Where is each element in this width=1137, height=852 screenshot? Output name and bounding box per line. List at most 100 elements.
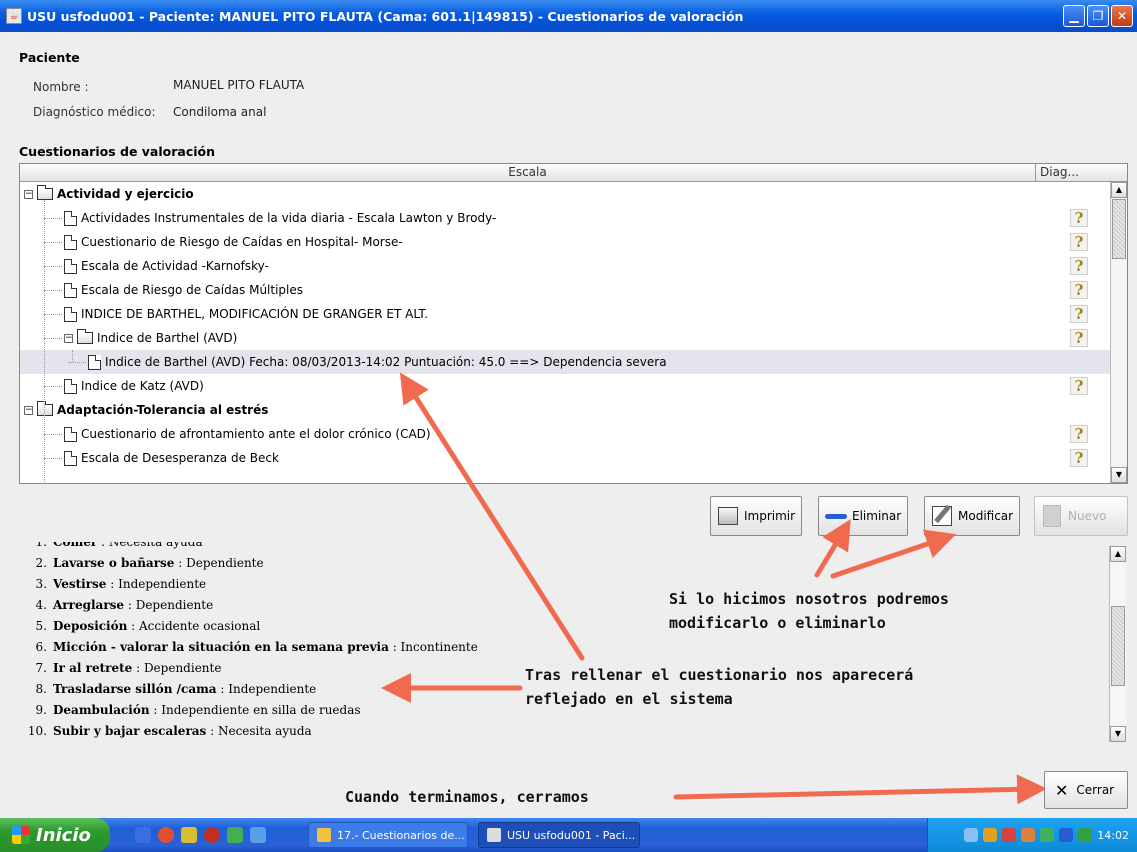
ve-icon[interactable]	[1078, 828, 1093, 842]
maximize-button[interactable]: ❐	[1087, 5, 1109, 27]
document-icon	[64, 306, 77, 322]
tree-row[interactable]: Indice de Katz (AVD)?	[20, 374, 1110, 398]
diagnosis-question-icon[interactable]: ?	[1070, 377, 1088, 395]
taskbar-item-word[interactable]: 17.- Cuestionarios de...	[308, 822, 468, 848]
print-button[interactable]: Imprimir	[710, 496, 803, 536]
questionnaire-detail-panel[interactable]: 1. Comer : Necesita ayuda 2. Lavarse o baña…	[19, 542, 1128, 742]
detail-scroll-thumb[interactable]	[1111, 606, 1125, 686]
annotation-modify-line2: modificarlo o eliminarlo	[669, 614, 886, 632]
tree-row-label: Actividades Instrumentales de la vida di…	[81, 211, 497, 225]
start-label: Inicio	[36, 824, 91, 846]
tree-row[interactable]: Escala de Riesgo de Caídas Múltiples?	[20, 278, 1110, 302]
close-button[interactable]: ✕ Cerrar	[1044, 771, 1128, 809]
item-number: 8.	[35, 682, 47, 696]
tree-row[interactable]: − Indice de Barthel (AVD)?	[20, 326, 1110, 350]
item-key: Ir al retrete	[53, 661, 133, 675]
scroll-up-button[interactable]: ▲	[1111, 182, 1127, 198]
update-icon[interactable]	[1021, 828, 1036, 842]
diagnosis-question-icon[interactable]: ?	[1070, 233, 1088, 251]
expand-toggle-icon[interactable]: −	[64, 333, 73, 343]
tree-row[interactable]: Actividades Instrumentales de la vida di…	[20, 206, 1110, 230]
folder-icon	[77, 329, 93, 344]
diagnosis-question-icon[interactable]: ?	[1070, 449, 1088, 467]
tree-row-label: Escala de Riesgo de Caídas Múltiples	[81, 283, 304, 297]
column-header-escala[interactable]: Escala	[20, 164, 1036, 181]
detail-vertical-scrollbar[interactable]: ▲ ▼	[1109, 546, 1126, 742]
item-key: Lavarse o bañarse	[53, 556, 175, 570]
chat-quicklaunch-icon[interactable]	[204, 827, 220, 843]
tree-row-label: Indice de Barthel (AVD)	[97, 331, 238, 345]
tree-row[interactable]: Cuestionario de afrontamiento ante el do…	[20, 422, 1110, 446]
volume-icon[interactable]	[1002, 828, 1017, 842]
modify-button-label: Modificar	[958, 509, 1014, 523]
detail-scroll-down-button[interactable]: ▼	[1110, 726, 1126, 742]
tree-row[interactable]: − Adaptación-Tolerancia al estrés	[20, 398, 1110, 422]
network-icon[interactable]	[964, 828, 979, 842]
document-icon	[64, 450, 77, 466]
list-item: 3. Vestirse : Independiente	[19, 574, 207, 595]
display-icon[interactable]	[1059, 828, 1074, 842]
tree-row[interactable]: Cuestionario de Riesgo de Caídas en Hosp…	[20, 230, 1110, 254]
tree-row[interactable]: Escala de Desesperanza de Beck?	[20, 446, 1110, 470]
annotation-filled-line2: reflejado en el sistema	[525, 690, 733, 708]
start-button[interactable]: Inicio	[0, 818, 110, 852]
item-number: 2.	[35, 556, 47, 570]
item-key: Subir y bajar escaleras	[53, 724, 207, 738]
document-icon	[88, 354, 101, 370]
tree-row[interactable]: INDICE DE BARTHEL, MODIFICACIÓN DE GRANG…	[20, 302, 1110, 326]
close-window-button[interactable]: ✕	[1111, 5, 1133, 27]
table-header: Escala Diag...	[20, 164, 1127, 182]
diagnosis-question-icon[interactable]: ?	[1070, 257, 1088, 275]
expand-toggle-icon[interactable]: −	[24, 189, 33, 199]
tree-row[interactable]: Indice de Barthel (AVD) Fecha: 08/03/201…	[20, 350, 1110, 374]
item-number: 3.	[35, 577, 47, 591]
document-icon	[64, 258, 77, 274]
detail-scroll-up-button[interactable]: ▲	[1110, 546, 1126, 562]
new-button[interactable]: Nuevo	[1034, 496, 1128, 536]
media-quicklaunch-icon[interactable]	[158, 827, 174, 843]
minimize-button[interactable]: ▁	[1063, 5, 1085, 27]
patient-section-label: Paciente	[19, 50, 80, 65]
java-cup-icon	[487, 828, 501, 842]
diagnosis-label: Diagnóstico médico:	[33, 105, 156, 119]
delete-button-label: Eliminar	[852, 509, 902, 523]
document-icon	[64, 282, 77, 298]
app-quicklaunch-icon[interactable]	[181, 827, 197, 843]
modify-button[interactable]: Modificar	[924, 496, 1021, 536]
tree-row[interactable]: Escala de Actividad -Karnofsky-?	[20, 254, 1110, 278]
column-header-diag[interactable]: Diag...	[1037, 164, 1110, 181]
list-item: 2. Lavarse o bañarse : Dependiente	[19, 553, 264, 574]
item-key: Arreglarse	[53, 598, 125, 612]
list-item: 7. Ir al retrete : Dependiente	[19, 658, 222, 679]
diagnosis-question-icon[interactable]: ?	[1070, 305, 1088, 323]
window-title-bar[interactable]: ☕ USU usfodu001 - Paciente: MANUEL PITO …	[0, 0, 1137, 32]
item-key: Comer	[53, 542, 98, 549]
scroll-thumb[interactable]	[1112, 199, 1126, 259]
list-item: 4. Arreglarse : Dependiente	[19, 595, 214, 616]
diagnosis-question-icon[interactable]: ?	[1070, 281, 1088, 299]
table-vertical-scrollbar[interactable]: ▲ ▼	[1110, 182, 1127, 483]
item-value: : Accidente ocasional	[127, 619, 261, 633]
questionnaire-tree-table[interactable]: Escala Diag... − Actividad y ejercicio Act…	[19, 163, 1128, 484]
annotation-modify-line1: Si lo hicimos nosotros podremos	[669, 590, 949, 608]
list-item: 8. Trasladarse sillón /cama : Independien…	[19, 679, 317, 700]
document-icon	[64, 210, 77, 226]
scroll-down-button[interactable]: ▼	[1111, 467, 1127, 483]
diagnosis-question-icon[interactable]: ?	[1070, 329, 1088, 347]
taskbar-item-usu[interactable]: USU usfodu001 - Paci...	[478, 822, 640, 848]
tool-quicklaunch-icon[interactable]	[227, 827, 243, 843]
diagnosis-question-icon[interactable]: ?	[1070, 425, 1088, 443]
folder-icon	[37, 401, 53, 416]
sync-icon[interactable]	[1040, 828, 1055, 842]
ie-quicklaunch-icon[interactable]	[250, 827, 266, 843]
browser-quicklaunch-icon[interactable]	[135, 827, 151, 843]
windows-flag-icon	[12, 826, 30, 844]
expand-toggle-icon[interactable]: −	[24, 405, 33, 415]
tree-row[interactable]: − Actividad y ejercicio	[20, 182, 1110, 206]
questionnaires-section-label: Cuestionarios de valoración	[19, 144, 216, 159]
diagnosis-question-icon[interactable]: ?	[1070, 209, 1088, 227]
delete-button[interactable]: Eliminar	[818, 496, 909, 536]
close-button-label: Cerrar	[1076, 783, 1115, 797]
item-key: Micción - valorar la situación en la sem…	[53, 640, 389, 654]
security-icon[interactable]	[983, 828, 998, 842]
